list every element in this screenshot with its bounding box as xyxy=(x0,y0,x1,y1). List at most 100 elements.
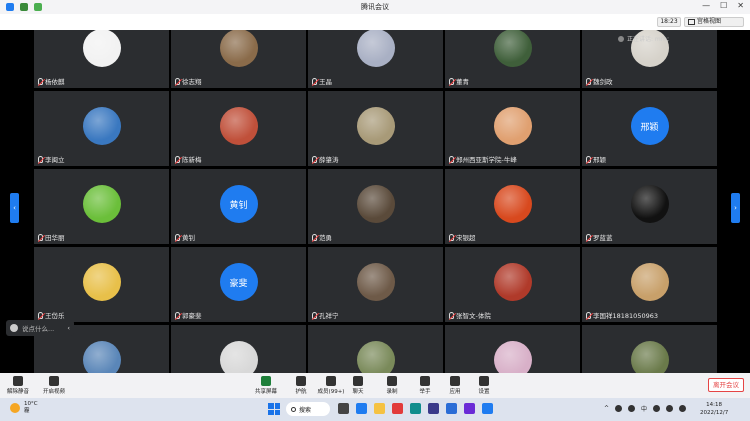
store-icon[interactable] xyxy=(428,403,439,414)
leave-meeting-button[interactable]: 离开会议 xyxy=(708,378,744,392)
participant-avatar xyxy=(356,263,395,301)
cloud-icon[interactable] xyxy=(615,405,623,412)
participant-name: 陈新梅 xyxy=(175,154,202,164)
participant-tile[interactable]: 薛肇涛 xyxy=(308,91,443,166)
ime-indicator[interactable]: 中 xyxy=(641,404,647,413)
chat-hint-text: 说点什么... xyxy=(22,325,55,333)
participant-name: 罗蓝蓝 xyxy=(586,232,613,242)
mute-icon xyxy=(13,376,23,386)
mic-muted-icon xyxy=(586,311,591,319)
meeting-app-icon[interactable] xyxy=(482,403,493,414)
participant-tile[interactable] xyxy=(308,325,443,373)
speaking-text: 正在讲话: mrh; xyxy=(627,36,669,43)
participant-name: 范勇 xyxy=(312,232,332,242)
close-icon[interactable]: ✕ xyxy=(737,1,744,10)
apps-button[interactable]: 应用 xyxy=(441,376,469,395)
participant-name-text: 郭豪斐 xyxy=(182,312,202,320)
chevron-left-icon[interactable]: ‹ xyxy=(67,324,70,332)
protect-button[interactable]: 护航 xyxy=(287,376,315,395)
taskbar-search[interactable]: 搜索 xyxy=(286,402,330,416)
chevron-left-icon: ‹ xyxy=(13,204,16,212)
search-icon xyxy=(291,406,296,412)
edge-icon[interactable] xyxy=(410,403,421,414)
participant-tile[interactable]: 宋银超 xyxy=(445,169,580,244)
participant-tile[interactable]: 张智文-体院 xyxy=(445,247,580,322)
settings-button[interactable]: 设置 xyxy=(470,376,498,395)
window-controls: — ☐ ✕ xyxy=(702,1,744,10)
record-icon xyxy=(387,376,397,386)
emoji-icon[interactable] xyxy=(10,324,18,332)
record-label: 录制 xyxy=(386,389,398,395)
wifi-icon[interactable] xyxy=(653,405,661,412)
avatar-initials: 豪斐 xyxy=(229,278,248,289)
participant-name-text: 张智文-体院 xyxy=(456,312,491,320)
participant-tile[interactable]: 范勇 xyxy=(308,169,443,244)
taskbar-time: 14:18 xyxy=(706,402,723,408)
participant-name: 杨依麒 xyxy=(38,76,65,86)
participant-tile[interactable]: 王岱乐 xyxy=(34,247,169,322)
start-button[interactable] xyxy=(268,403,280,415)
participant-tile[interactable]: 邢颖 邢颖 xyxy=(582,91,717,166)
mic-muted-icon xyxy=(586,155,591,163)
task-view-icon[interactable] xyxy=(338,403,349,414)
participant-tile[interactable]: 罗蓝蓝 xyxy=(582,169,717,244)
participant-tile[interactable]: 杨依麒 xyxy=(34,30,169,88)
participant-avatar xyxy=(219,30,258,67)
participant-name-text: 黄钊 xyxy=(182,234,195,242)
maximize-icon[interactable]: ☐ xyxy=(720,1,727,10)
participant-tile[interactable]: 李闽立 xyxy=(34,91,169,166)
video-button[interactable]: 开启视频 xyxy=(40,376,68,395)
app-icon[interactable] xyxy=(464,403,475,414)
mute-button[interactable]: 解除静音 xyxy=(4,376,32,395)
microphone-icon[interactable] xyxy=(628,405,636,412)
participant-avatar: 豪斐 xyxy=(219,263,258,301)
mic-muted-icon xyxy=(38,77,43,85)
participant-tile[interactable]: 郑州西亚斯学院-牛峰 xyxy=(445,91,580,166)
participant-avatar xyxy=(82,341,121,373)
participant-name-text: 董青 xyxy=(456,78,469,86)
participant-tile[interactable] xyxy=(171,325,306,373)
participant-tile[interactable]: 黄钊 黄钊 xyxy=(171,169,306,244)
chevron-up-icon[interactable]: ^ xyxy=(604,405,609,412)
minimize-icon[interactable]: — xyxy=(702,1,710,10)
clock-date[interactable]: 14:18 2022/12/7 xyxy=(700,401,728,417)
participant-tile[interactable]: 豪斐郭豪斐 xyxy=(171,247,306,322)
participant-name-text: 李国祥18181050963 xyxy=(593,312,658,320)
weather-widget[interactable]: 10°C 霾 xyxy=(10,401,38,415)
battery-icon[interactable] xyxy=(679,405,687,412)
participant-tile[interactable]: 徐志翔 xyxy=(171,30,306,88)
chat-button[interactable]: 聊天 xyxy=(344,376,372,395)
volume-icon[interactable] xyxy=(666,405,674,412)
meeting-info-row: 18:23 宫格视图 xyxy=(0,14,750,30)
search-label: 搜索 xyxy=(299,406,312,414)
participant-name-text: 邢颖 xyxy=(593,156,606,164)
participant-tile[interactable]: 李国祥18181050963 xyxy=(582,247,717,322)
participant-avatar xyxy=(82,185,121,223)
meeting-app-icon[interactable] xyxy=(356,403,367,414)
participant-tile[interactable]: 董青 xyxy=(445,30,580,88)
office-icon[interactable] xyxy=(392,403,403,414)
weather-temp: 10°C xyxy=(24,401,38,407)
file-explorer-icon[interactable] xyxy=(374,403,385,414)
participant-tile[interactable]: 王晶 xyxy=(308,30,443,88)
share-button[interactable]: 共享屏幕 xyxy=(252,376,280,395)
participant-tile[interactable] xyxy=(445,325,580,373)
prev-page-button[interactable]: ‹ xyxy=(10,193,19,223)
hand-button[interactable]: 举手 xyxy=(411,376,439,395)
participant-avatar xyxy=(493,341,532,373)
record-button[interactable]: 录制 xyxy=(378,376,406,395)
participant-name: 董青 xyxy=(449,76,469,86)
members-button[interactable]: 成员(99+) xyxy=(317,376,345,395)
view-mode-button[interactable]: 宫格视图 xyxy=(684,17,744,27)
next-page-button[interactable]: › xyxy=(731,193,740,223)
word-icon[interactable] xyxy=(446,403,457,414)
mic-muted-icon xyxy=(175,77,180,85)
participant-tile[interactable]: 田华丽 xyxy=(34,169,169,244)
participant-avatar xyxy=(630,185,669,223)
participant-tile[interactable]: 陈新梅 xyxy=(171,91,306,166)
participant-avatar xyxy=(630,263,669,301)
participant-tile[interactable] xyxy=(582,325,717,373)
participant-avatar xyxy=(493,185,532,223)
participant-tile[interactable]: 孔祥宁 xyxy=(308,247,443,322)
chat-quick-input[interactable]: 说点什么... ‹ xyxy=(6,320,74,336)
